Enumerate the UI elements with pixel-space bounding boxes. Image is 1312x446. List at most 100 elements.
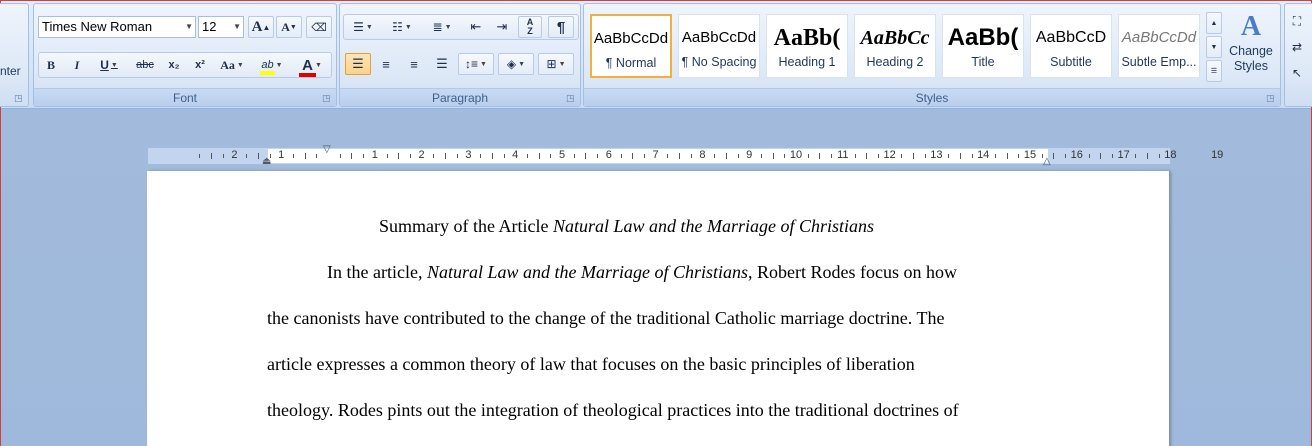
strikethrough-button[interactable]: abc: [130, 54, 160, 76]
ruler-tick: [971, 154, 973, 158]
gallery-up-icon[interactable]: ▲: [1206, 12, 1222, 34]
sort-az-icon: AZ: [526, 17, 534, 36]
gallery-more-icon[interactable]: ☰: [1206, 60, 1222, 82]
change-styles-button[interactable]: A Change Styles: [1226, 10, 1276, 84]
style-heading-1[interactable]: AaBb( Heading 1: [766, 14, 848, 78]
paragraph-group-label: Paragraph: [340, 88, 580, 106]
font-size-value: 12: [202, 19, 217, 34]
format-painter-partial-label[interactable]: nter: [0, 64, 21, 78]
ruler-tick: [585, 153, 587, 159]
ruler-number: 12: [883, 149, 896, 161]
ruler-tick: [1018, 154, 1020, 158]
font-group-label: Font: [34, 88, 336, 106]
italic-button[interactable]: I: [66, 54, 88, 76]
justify-button[interactable]: ☰: [429, 53, 455, 75]
ruler-tick: [1111, 154, 1113, 158]
numbering-button[interactable]: ☷ ▼: [384, 16, 420, 38]
subscript-button[interactable]: x₂: [162, 54, 186, 76]
change-styles-icon: A: [1240, 11, 1262, 42]
italic-icon: I: [74, 57, 80, 72]
ruler-tick: [913, 153, 914, 159]
horizontal-ruler[interactable]: 2 1 1 2 3 4 5 6 7 8 9 10 11 12 13 14 15 16 17 18 19 ⏏ ▽ △: [147, 144, 1223, 167]
grow-font-button[interactable]: A ▲: [248, 16, 274, 38]
ruler-tick: [667, 154, 669, 158]
paragraph-line-4: theology. Rodes pints out the integratio…: [267, 400, 959, 420]
ribbon: nter ◳ Times New Roman ▼ 12 ▼ A ▲ A ▼ ⌫ B …: [0, 1, 1312, 109]
document-page[interactable]: Summary of the Article Natural Law and t…: [147, 171, 1169, 446]
ruler-tick: [737, 154, 739, 158]
gallery-down-icon[interactable]: ▼: [1206, 36, 1222, 58]
style-name: Subtle Emp...: [1121, 55, 1197, 69]
increase-indent-button[interactable]: ⇥: [490, 16, 514, 38]
clear-formatting-button[interactable]: ⌫: [306, 16, 332, 38]
right-indent-marker-icon[interactable]: △: [1043, 156, 1051, 167]
change-case-button[interactable]: Aa ▼: [216, 54, 248, 76]
sort-button[interactable]: AZ: [518, 16, 542, 38]
superscript-icon: x²: [195, 59, 205, 71]
font-dialog-launcher-icon[interactable]: ◳: [322, 93, 332, 103]
ruler-tick: [819, 153, 821, 159]
chevron-down-icon[interactable]: ▼: [185, 17, 193, 37]
font-name-combo[interactable]: Times New Roman ▼: [38, 16, 196, 38]
bold-button[interactable]: B: [40, 54, 62, 76]
paragraph-dialog-launcher-icon[interactable]: ◳: [566, 93, 576, 103]
align-right-button[interactable]: ≡: [401, 53, 427, 75]
align-center-button[interactable]: ≡: [373, 53, 399, 75]
style-sample: AaBbCcD: [1035, 29, 1107, 46]
left-indent-marker-icon[interactable]: ⏏: [262, 156, 271, 167]
underline-icon: U: [100, 58, 109, 72]
chevron-down-icon[interactable]: ▼: [233, 17, 241, 37]
find-icon[interactable]: ⛶: [1287, 10, 1307, 32]
font-size-combo[interactable]: 12 ▼: [198, 16, 244, 38]
pilcrow-icon: ¶: [556, 18, 566, 36]
ruler-tick: [1053, 153, 1055, 159]
multilevel-list-button[interactable]: ≣ ▼: [424, 16, 460, 38]
shrink-font-button[interactable]: A ▼: [276, 16, 302, 38]
superscript-button[interactable]: x²: [188, 54, 212, 76]
ruler-number: 15: [1023, 149, 1037, 161]
select-cursor-icon[interactable]: ↖: [1287, 62, 1307, 84]
ruler-tick: [363, 154, 365, 158]
style-no-spacing[interactable]: AaBbCcDd ¶ No Spacing: [678, 14, 760, 78]
borders-button[interactable]: ⊞ ▼: [538, 53, 574, 75]
ruler-tick: [725, 153, 727, 159]
ruler-tick: [491, 153, 493, 159]
line-spacing-button[interactable]: ↕≡ ▼: [458, 53, 494, 75]
ruler-tick: [620, 154, 622, 158]
replace-icon[interactable]: ⇄: [1287, 36, 1307, 58]
ruler-number: 13: [930, 149, 943, 161]
first-line-indent-marker-icon[interactable]: ▽: [323, 144, 331, 155]
font-color-button[interactable]: A ▼: [294, 54, 330, 77]
ruler-number: 19: [1211, 149, 1224, 161]
ruler-tick: [292, 154, 294, 158]
change-case-icon: Aa: [220, 57, 235, 72]
style-heading-2[interactable]: AaBbCc Heading 2: [854, 14, 936, 78]
style-title[interactable]: AaBb( Title: [942, 14, 1024, 78]
ruler-tick: [351, 153, 353, 159]
font-color-icon: A: [299, 57, 316, 77]
align-left-button[interactable]: ☰: [345, 53, 371, 75]
style-subtitle[interactable]: AaBbCcD Subtitle: [1030, 14, 1112, 78]
ruler-tick: [1088, 154, 1090, 158]
style-sample: AaBbCcDd: [1121, 29, 1197, 46]
decrease-indent-button[interactable]: ⇤: [464, 16, 488, 38]
clipboard-launcher-icon[interactable]: ◳: [14, 93, 24, 103]
styles-dialog-launcher-icon[interactable]: ◳: [1266, 93, 1276, 103]
ruler-tick: [901, 154, 903, 158]
underline-button[interactable]: U ▼: [92, 54, 126, 76]
styles-gallery-scroll[interactable]: ▲ ▼ ☰: [1206, 12, 1222, 82]
paragraph-line-2: the canonists have contributed to the ch…: [267, 308, 945, 328]
bullets-button[interactable]: ☰ ▼: [345, 16, 381, 38]
ruler-tick: [760, 154, 762, 158]
shading-button[interactable]: ◈ ▼: [498, 53, 534, 75]
highlight-button[interactable]: ab ▼: [254, 54, 290, 76]
bullet-list-icon: ☰: [353, 20, 364, 34]
style-sample: AaBb(: [947, 24, 1019, 51]
style-subtle-emphasis[interactable]: AaBbCcDd Subtle Emp...: [1118, 14, 1200, 78]
ruler-number: 17: [1117, 149, 1130, 161]
strikethrough-icon: abc: [136, 59, 154, 71]
show-hide-button[interactable]: ¶: [548, 16, 574, 38]
ruler-tick: [445, 153, 446, 159]
ruler-tick: [877, 154, 879, 158]
style-normal[interactable]: AaBbCcDd ¶ Normal: [590, 14, 672, 78]
